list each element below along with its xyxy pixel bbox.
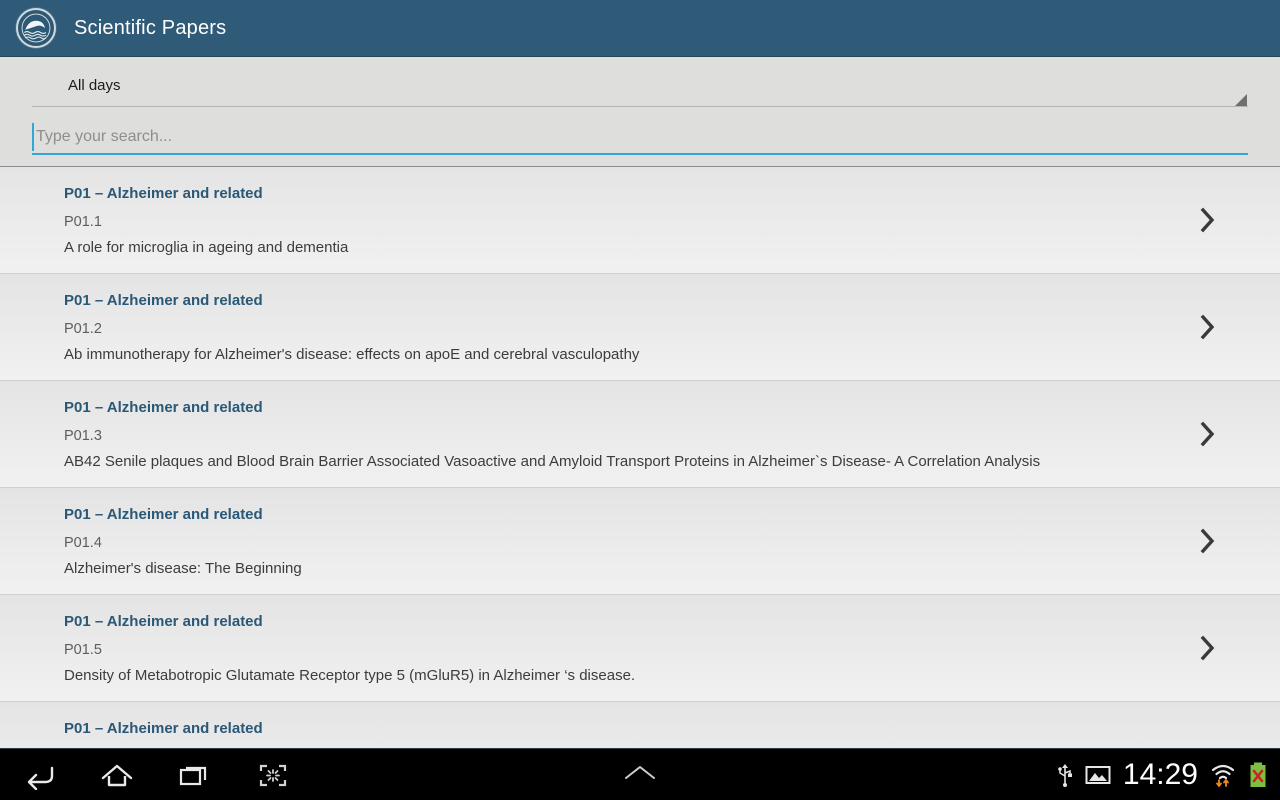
row-category: P01 – Alzheimer and related (64, 185, 263, 202)
navigation-buttons (0, 754, 294, 796)
row-category: P01 – Alzheimer and related (64, 613, 263, 630)
search-placeholder: Type your search... (36, 128, 173, 145)
table-row[interactable]: P01 – Alzheimer and related (0, 702, 1280, 748)
system-navigation-bar: 14:29 (0, 748, 1280, 800)
back-arrow-icon[interactable] (18, 754, 60, 796)
home-icon[interactable] (96, 754, 138, 796)
chevron-right-icon[interactable] (1200, 595, 1216, 701)
screenshot-capture-icon[interactable] (252, 754, 294, 796)
dropdown-triangle-icon (1235, 94, 1247, 106)
app-title: Scientific Papers (74, 16, 227, 39)
table-row[interactable]: P01 – Alzheimer and related P01.2 Ab imm… (0, 274, 1280, 381)
table-row[interactable]: P01 – Alzheimer and related P01.3 AB42 S… (0, 381, 1280, 488)
conference-seal-logo (16, 8, 56, 48)
recent-apps-icon[interactable] (174, 754, 216, 796)
row-category: P01 – Alzheimer and related (64, 399, 263, 416)
picture-icon (1085, 764, 1111, 786)
android-screen: Scientific Papers All days Type your sea… (0, 0, 1280, 800)
chevron-right-icon[interactable] (1200, 274, 1216, 380)
row-category: P01 – Alzheimer and related (64, 506, 263, 523)
row-code: P01.2 (64, 321, 102, 337)
row-title: Alzheimer's disease: The Beginning (64, 560, 302, 577)
chevron-right-icon[interactable] (1200, 381, 1216, 487)
row-category: P01 – Alzheimer and related (64, 720, 263, 737)
papers-list[interactable]: P01 – Alzheimer and related P01.1 A role… (0, 167, 1280, 748)
row-category: P01 – Alzheimer and related (64, 292, 263, 309)
chevron-right-icon[interactable] (1200, 167, 1216, 273)
search-input[interactable]: Type your search... (32, 121, 1248, 155)
row-title: Density of Metabotropic Glutamate Recept… (64, 667, 636, 684)
status-icons: 14:29 (1057, 757, 1280, 791)
usb-icon (1057, 762, 1073, 788)
search-filter-panel: All days Type your search... (0, 57, 1280, 167)
text-cursor (32, 123, 34, 151)
chevron-up-icon[interactable] (618, 761, 662, 788)
battery-error-icon (1248, 761, 1268, 789)
day-filter-value: All days (68, 77, 121, 94)
row-code: P01.1 (64, 214, 102, 230)
chevron-right-icon[interactable] (1200, 488, 1216, 594)
table-row[interactable]: P01 – Alzheimer and related P01.4 Alzhei… (0, 488, 1280, 595)
row-title: Ab immunotherapy for Alzheimer's disease… (64, 346, 640, 363)
action-bar: Scientific Papers (0, 0, 1280, 57)
row-title: AB42 Senile plaques and Blood Brain Barr… (64, 453, 1041, 470)
row-title: A role for microglia in ageing and demen… (64, 239, 349, 256)
row-code: P01.3 (64, 428, 102, 444)
clock: 14:29 (1122, 757, 1198, 791)
table-row[interactable]: P01 – Alzheimer and related P01.5 Densit… (0, 595, 1280, 702)
wifi-transfer-icon (1210, 762, 1236, 788)
day-filter-spinner[interactable]: All days (32, 75, 1248, 107)
table-row[interactable]: P01 – Alzheimer and related P01.1 A role… (0, 167, 1280, 274)
row-code: P01.4 (64, 535, 102, 551)
row-code: P01.5 (64, 642, 102, 658)
